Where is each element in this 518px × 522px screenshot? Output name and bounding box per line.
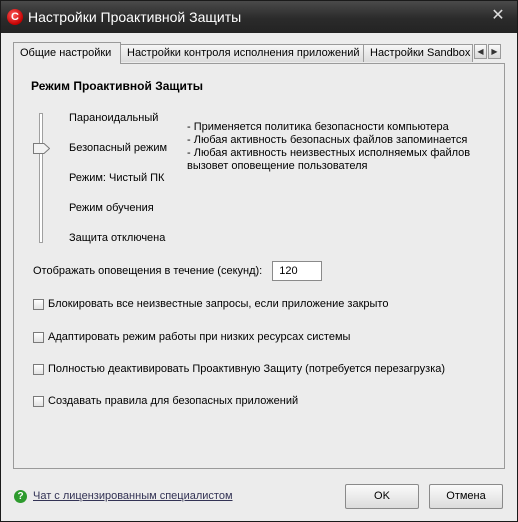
checkbox[interactable] — [33, 298, 44, 310]
close-icon[interactable]: ✕ — [489, 7, 507, 25]
tab-execution-control[interactable]: Настройки контроля исполнения приложений — [120, 44, 364, 62]
description-line: - Любая активность безопасных файлов зап… — [187, 134, 468, 146]
level-paranoid[interactable]: Параноидальный — [69, 112, 158, 124]
description-line: - Любая активность неизвестных исполняем… — [187, 147, 471, 159]
level-disabled[interactable]: Защита отключена — [69, 232, 165, 244]
checkbox[interactable] — [33, 395, 44, 407]
checkbox-label: Полностью деактивировать Проактивную Защ… — [48, 363, 446, 375]
checkbox[interactable] — [33, 331, 44, 343]
alert-duration-row: Отображать оповещения в течение (секунд)… — [33, 261, 323, 281]
mode-description: - Применяется политика безопасности комп… — [187, 121, 470, 173]
dialog-window: C Настройки Проактивной Защиты ✕ Общие н… — [0, 0, 518, 522]
ok-button[interactable]: OK — [345, 484, 419, 509]
alert-duration-input[interactable] — [272, 261, 323, 281]
title-bar[interactable]: C Настройки Проактивной Защиты ✕ — [1, 1, 517, 33]
tab-sandbox[interactable]: Настройки Sandbox — [363, 44, 473, 62]
mode-slider-track[interactable] — [39, 113, 43, 243]
tab-scroll-left-icon[interactable]: ◀ — [474, 44, 487, 59]
tab-general-settings[interactable]: Общие настройки — [13, 42, 121, 64]
level-clean-pc[interactable]: Режим: Чистый ПК — [69, 172, 164, 184]
comodo-logo-icon: C — [7, 9, 23, 25]
level-training[interactable]: Режим обучения — [69, 202, 154, 214]
description-line: - Применяется политика безопасности комп… — [187, 121, 449, 133]
help-icon[interactable]: ? — [14, 490, 27, 503]
mode-slider-thumb[interactable] — [33, 143, 50, 154]
checkbox-label: Блокировать все неизвестные запросы, есл… — [48, 298, 389, 310]
window-title: Настройки Проактивной Защиты — [28, 9, 242, 25]
checkbox-label: Адаптировать режим работы при низких рес… — [48, 331, 351, 343]
tab-scroll-right-icon[interactable]: ▶ — [488, 44, 501, 59]
level-safe-mode[interactable]: Безопасный режим — [69, 142, 167, 154]
section-title: Режим Проактивной Защиты — [31, 79, 204, 93]
checkbox-label: Создавать правила для безопасных приложе… — [48, 395, 299, 407]
checkbox-create-rules[interactable]: Создавать правила для безопасных приложе… — [33, 395, 298, 407]
description-line: вызовет оповещение пользователя — [187, 160, 368, 172]
checkbox-adapt-low-resources[interactable]: Адаптировать режим работы при низких рес… — [33, 331, 350, 343]
cancel-button[interactable]: Отмена — [429, 484, 503, 509]
checkbox-deactivate-protection[interactable]: Полностью деактивировать Проактивную Защ… — [33, 363, 445, 375]
tab-strip: Общие настройки Настройки контроля испол… — [13, 42, 505, 64]
chat-specialist-link[interactable]: Чат с лицензированным специалистом — [33, 490, 233, 502]
checkbox[interactable] — [33, 363, 44, 375]
checkbox-block-unknown[interactable]: Блокировать все неизвестные запросы, есл… — [33, 298, 388, 310]
alert-duration-label: Отображать оповещения в течение (секунд)… — [33, 265, 263, 277]
